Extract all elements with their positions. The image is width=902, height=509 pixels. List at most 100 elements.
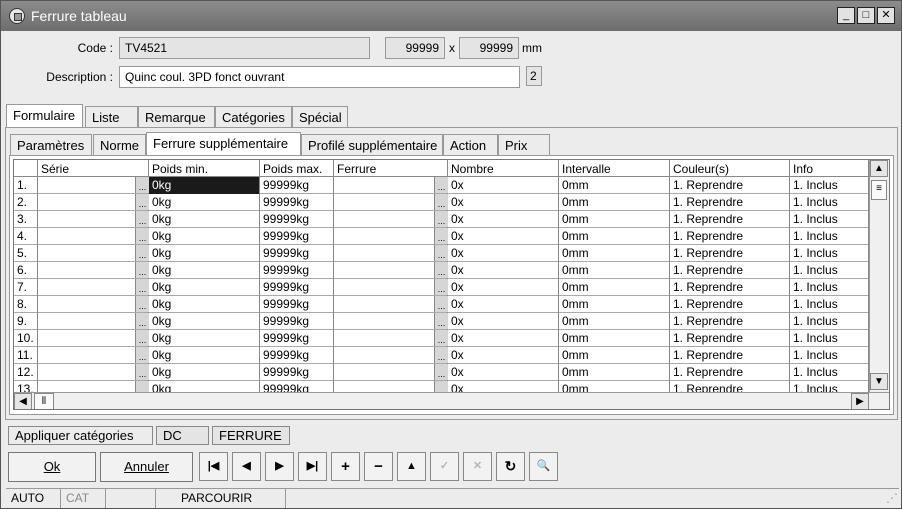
cell-poids-min[interactable]: 0kg bbox=[149, 262, 260, 279]
remove-row-icon[interactable]: − bbox=[364, 452, 393, 481]
cell-poids-min[interactable]: 0kg bbox=[149, 330, 260, 347]
cell-couleurs[interactable]: 1. Reprendre bbox=[670, 347, 790, 364]
cell-ferrure[interactable] bbox=[334, 296, 448, 313]
cell-poids-max[interactable]: 99999kg bbox=[260, 313, 334, 330]
table-row[interactable]: 12.... 0kg 99999kg... 0x 0mm 1. Reprendre 1. I… bbox=[14, 364, 869, 381]
tab-formulaire[interactable]: Formulaire bbox=[6, 104, 83, 127]
ellipsis-button[interactable]: ... bbox=[135, 228, 149, 244]
cell-info[interactable]: 1. Inclus bbox=[790, 296, 869, 313]
column-header-nombre[interactable]: Nombre bbox=[448, 160, 559, 177]
ellipsis-button[interactable]: ... bbox=[434, 364, 448, 380]
scroll-up-button[interactable]: ▲ bbox=[870, 160, 888, 177]
cell-couleurs[interactable]: 1. Reprendre bbox=[670, 296, 790, 313]
cell-serie[interactable] bbox=[38, 313, 149, 330]
close-button[interactable]: ✕ bbox=[877, 7, 895, 24]
cell-nombre[interactable]: 0x bbox=[448, 262, 559, 279]
table-row[interactable]: 11.... 0kg 99999kg... 0x 0mm 1. Reprendre 1. I… bbox=[14, 347, 869, 364]
ellipsis-button[interactable]: ... bbox=[135, 279, 149, 295]
cell-poids-min[interactable]: 0kg bbox=[149, 279, 260, 296]
cell-ferrure[interactable] bbox=[334, 177, 448, 194]
cell-nombre[interactable]: 0x bbox=[448, 177, 559, 194]
table-row[interactable]: 2.... 0kg 99999kg... 0x 0mm 1. Reprendre 1. In… bbox=[14, 194, 869, 211]
tab-remarque[interactable]: Remarque bbox=[138, 106, 215, 127]
cell-info[interactable]: 1. Inclus bbox=[790, 194, 869, 211]
confirm-icon[interactable]: ✓ bbox=[430, 452, 459, 481]
cell-intervalle[interactable]: 0mm bbox=[559, 262, 670, 279]
cell-info[interactable]: 1. Inclus bbox=[790, 177, 869, 194]
cell-poids-max[interactable]: 99999kg bbox=[260, 228, 334, 245]
cell-poids-min[interactable]: 0kg bbox=[149, 296, 260, 313]
cell-serie[interactable] bbox=[38, 245, 149, 262]
cell-nombre[interactable]: 0x bbox=[448, 279, 559, 296]
tab-categories[interactable]: Catégories bbox=[215, 106, 292, 127]
table-row[interactable]: 9.... 0kg 99999kg... 0x 0mm 1. Reprendre 1. In… bbox=[14, 313, 869, 330]
cell-couleurs[interactable]: 1. Reprendre bbox=[670, 364, 790, 381]
cell-ferrure[interactable] bbox=[334, 347, 448, 364]
cell-ferrure[interactable] bbox=[334, 211, 448, 228]
cell-intervalle[interactable]: 0mm bbox=[559, 194, 670, 211]
tab-prix[interactable]: Prix bbox=[498, 134, 550, 155]
cell-intervalle[interactable]: 0mm bbox=[559, 279, 670, 296]
cell-intervalle[interactable]: 0mm bbox=[559, 211, 670, 228]
cell-poids-min[interactable]: 0kg bbox=[149, 194, 260, 211]
column-header-ferrure[interactable]: Ferrure bbox=[334, 160, 448, 177]
ellipsis-button[interactable]: ... bbox=[434, 177, 448, 193]
title-bar[interactable]: Ferrure tableau _ □ ✕ bbox=[1, 1, 901, 31]
ok-button[interactable]: Ok bbox=[8, 452, 96, 482]
first-record-icon[interactable]: |◀ bbox=[199, 452, 228, 481]
ellipsis-button[interactable]: ... bbox=[135, 296, 149, 312]
ellipsis-button[interactable]: ... bbox=[434, 228, 448, 244]
tab-norme[interactable]: Norme bbox=[93, 134, 146, 155]
cell-serie[interactable] bbox=[38, 262, 149, 279]
cell-intervalle[interactable]: 0mm bbox=[559, 245, 670, 262]
cell-poids-min[interactable]: 0kg bbox=[149, 313, 260, 330]
cell-nombre[interactable]: 0x bbox=[448, 313, 559, 330]
cell-ferrure[interactable] bbox=[334, 364, 448, 381]
vertical-scrollbar[interactable]: ▲ ≡ ▼ bbox=[869, 160, 889, 393]
maximize-button[interactable]: □ bbox=[857, 7, 875, 24]
cell-info[interactable]: 1. Inclus bbox=[790, 313, 869, 330]
cell-serie[interactable] bbox=[38, 347, 149, 364]
minimize-button[interactable]: _ bbox=[837, 7, 855, 24]
cell-ferrure[interactable] bbox=[334, 330, 448, 347]
column-header-intervalle[interactable]: Intervalle bbox=[559, 160, 670, 177]
ellipsis-button[interactable]: ... bbox=[434, 211, 448, 227]
column-header-poids-max[interactable]: Poids max. bbox=[260, 160, 334, 177]
cell-ferrure[interactable] bbox=[334, 313, 448, 330]
cell-serie[interactable] bbox=[38, 279, 149, 296]
cell-couleurs[interactable]: 1. Reprendre bbox=[670, 279, 790, 296]
cell-intervalle[interactable]: 0mm bbox=[559, 364, 670, 381]
cell-ferrure[interactable] bbox=[334, 194, 448, 211]
ellipsis-button[interactable]: ... bbox=[434, 262, 448, 278]
horizontal-scroll-thumb[interactable]: ⦀ bbox=[34, 393, 54, 409]
table-row[interactable]: 7.... 0kg 99999kg... 0x 0mm 1. Reprendre 1. In… bbox=[14, 279, 869, 296]
cell-poids-min[interactable]: 0kg bbox=[149, 364, 260, 381]
tab-action[interactable]: Action bbox=[443, 134, 498, 155]
ellipsis-button[interactable]: ... bbox=[135, 211, 149, 227]
cell-poids-min[interactable]: 0kg bbox=[149, 347, 260, 364]
cell-poids-max[interactable]: 99999kg bbox=[260, 194, 334, 211]
dimension-width-field[interactable]: 99999 bbox=[385, 37, 445, 59]
last-record-icon[interactable]: ▶| bbox=[298, 452, 327, 481]
cell-poids-max[interactable]: 99999kg bbox=[260, 279, 334, 296]
tab-special[interactable]: Spécial bbox=[292, 106, 348, 127]
cell-ferrure[interactable] bbox=[334, 279, 448, 296]
cell-couleurs[interactable]: 1. Reprendre bbox=[670, 194, 790, 211]
cell-nombre[interactable]: 0x bbox=[448, 347, 559, 364]
cell-couleurs[interactable]: 1. Reprendre bbox=[670, 245, 790, 262]
cell-info[interactable]: 1. Inclus bbox=[790, 245, 869, 262]
ellipsis-button[interactable]: ... bbox=[135, 245, 149, 261]
cell-poids-max[interactable]: 99999kg bbox=[260, 296, 334, 313]
table-row[interactable]: 6.... 0kg 99999kg... 0x 0mm 1. Reprendre 1. In… bbox=[14, 262, 869, 279]
table-row[interactable]: 10.... 0kg 99999kg... 0x 0mm 1. Reprendre 1. I… bbox=[14, 330, 869, 347]
ellipsis-button[interactable]: ... bbox=[434, 296, 448, 312]
cell-ferrure[interactable] bbox=[334, 262, 448, 279]
cell-intervalle[interactable]: 0mm bbox=[559, 330, 670, 347]
ellipsis-button[interactable]: ... bbox=[135, 364, 149, 380]
apply-categories-button[interactable]: Appliquer catégories bbox=[8, 426, 153, 445]
ellipsis-button[interactable]: ... bbox=[434, 245, 448, 261]
move-up-icon[interactable]: ▲ bbox=[397, 452, 426, 481]
cell-poids-max[interactable]: 99999kg bbox=[260, 347, 334, 364]
column-header-serie[interactable]: Série bbox=[38, 160, 149, 177]
language-badge[interactable]: 2 bbox=[526, 66, 542, 86]
